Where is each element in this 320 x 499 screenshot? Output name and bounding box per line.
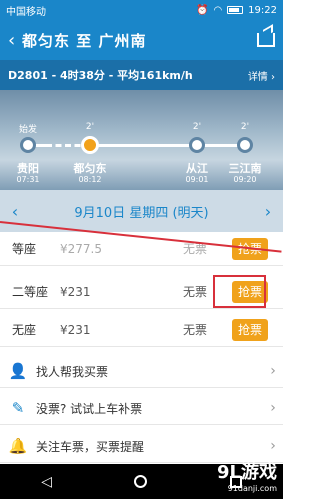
station-mark: 2': [240, 122, 250, 132]
chevron-right-icon: ›: [270, 400, 276, 416]
route-line: [90, 144, 250, 147]
chevron-right-icon: ›: [270, 363, 276, 379]
nav-home-icon[interactable]: [134, 475, 148, 488]
page-title: 都匀东 至 广州南: [22, 31, 147, 50]
nav-back-icon[interactable]: ◁: [41, 474, 52, 490]
bell-icon: 🔔: [8, 437, 28, 455]
route-map: 始发 贵阳 07:31 2' 都匀东 08:12 2' 从江 09:01 2' …: [0, 90, 283, 190]
station-mark: 2': [85, 122, 95, 132]
seat-stock: 无票: [182, 323, 207, 337]
share-icon[interactable]: [257, 33, 275, 47]
status-icons: ⏰ ◠ 19:22: [196, 5, 277, 16]
seat-price: ¥231: [60, 284, 91, 299]
train-info-bar: D2801 - 4时38分 - 平均161km/h 详情 ›: [0, 60, 283, 90]
menu-item-label: 找人帮我买票: [36, 364, 109, 379]
back-chevron-icon[interactable]: ‹: [8, 30, 22, 51]
ticket-icon: ✎: [11, 399, 25, 417]
station-time: 08:12: [78, 175, 102, 184]
station-name: 都匀东: [73, 162, 107, 175]
clock-label: 19:22: [248, 4, 277, 16]
seat-name: 无座: [12, 323, 37, 337]
watermark-site: 91danji.com: [227, 484, 277, 493]
station-time: 07:31: [16, 175, 40, 184]
station-mark: 始发: [18, 125, 37, 135]
seat-name: 二等座: [12, 285, 49, 299]
watermark-logo: 9L游戏 91danji.com: [205, 458, 283, 499]
station-name: 从江: [186, 162, 208, 175]
station-node-current: [81, 136, 99, 154]
station-node: [237, 137, 253, 153]
person-icon: 👤: [8, 362, 28, 380]
seat-price: ¥231: [60, 322, 91, 337]
chevron-right-icon: ›: [270, 438, 276, 454]
detail-link[interactable]: 详情 ›: [248, 68, 275, 83]
title-bar: ‹ 都匀东 至 广州南: [0, 20, 283, 60]
next-date-icon[interactable]: ›: [253, 202, 283, 221]
annotation-highlight-box: [213, 275, 266, 308]
train-info: D2801 - 4时38分 - 平均161km/h: [8, 69, 193, 82]
watermark-logo-text: 9L游戏: [217, 462, 277, 483]
seat-name: 等座: [12, 242, 37, 256]
station-time: 09:01: [185, 175, 209, 184]
wifi-icon: ◠: [213, 4, 223, 16]
prev-date-icon[interactable]: ‹: [0, 202, 30, 221]
battery-icon: [227, 6, 244, 14]
station-name: 三江南: [228, 162, 262, 175]
menu-item[interactable]: ✎ 没票? 试试上车补票 ›: [0, 392, 283, 425]
seat-price: ¥277.5: [60, 241, 102, 256]
seat-row: 无座 ¥231 无票 抢票: [0, 313, 283, 347]
grab-ticket-button[interactable]: 抢票: [232, 318, 268, 341]
station-time: 09:20: [233, 175, 257, 184]
station-node: [20, 137, 36, 153]
selected-date[interactable]: 9月10日 星期四 (明天): [30, 202, 253, 221]
menu-item[interactable]: 👤 找人帮我买票 ›: [0, 355, 283, 388]
station-name: 贵阳: [17, 162, 39, 175]
alarm-icon: ⏰: [195, 4, 209, 16]
station-node: [189, 137, 205, 153]
status-bar: 中国移动 ⏰ ◠ 19:22: [0, 0, 283, 20]
station-mark: 2': [192, 122, 202, 132]
carrier-label: 中国移动: [6, 6, 46, 18]
menu-item-label: 没票? 试试上车补票: [36, 401, 143, 416]
menu-item-label: 关注车票，买票提醒: [36, 439, 145, 454]
